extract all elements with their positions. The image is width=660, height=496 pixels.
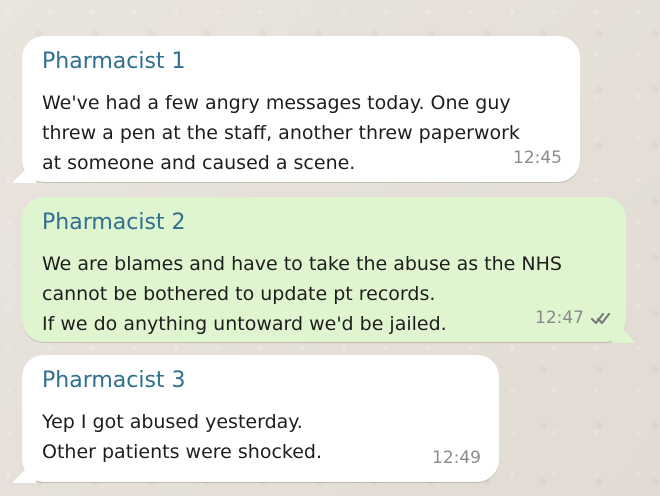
message-line: at someone and caused a scene. (42, 152, 356, 174)
message-timestamp: 12:47 (535, 308, 584, 328)
sender-name: Pharmacist 1 (42, 49, 186, 74)
message-line: If we do anything untoward we'd be jaile… (42, 313, 447, 335)
message-timestamp: 12:45 (513, 148, 562, 168)
message-line: Other patients were shocked. (42, 441, 323, 463)
sender-name: Pharmacist 2 (42, 210, 186, 235)
double-check-icon (590, 309, 612, 327)
message-line: We are blames and have to take the abuse… (42, 253, 562, 275)
message-timestamp: 12:49 (432, 448, 481, 468)
message-bubble-pharmacist-1[interactable]: Pharmacist 1 We've had a few angry messa… (22, 36, 580, 182)
sender-name: Pharmacist 3 (42, 368, 186, 393)
message-line: We've had a few angry messages today. On… (42, 92, 511, 114)
message-line: threw a pen at the staff, another threw … (42, 122, 520, 144)
message-bubble-pharmacist-2[interactable]: Pharmacist 2 We are blames and have to t… (22, 197, 626, 342)
message-line: cannot be bothered to update pt records. (42, 283, 436, 305)
message-line: Yep I got abused yesterday. (42, 411, 303, 433)
message-bubble-pharmacist-3[interactable]: Pharmacist 3 Yep I got abused yesterday.… (22, 355, 499, 482)
message-text: We've had a few angry messages today. On… (42, 88, 520, 178)
message-text: Yep I got abused yesterday. Other patien… (42, 407, 322, 467)
message-text: We are blames and have to take the abuse… (42, 249, 562, 339)
chat-thread: Pharmacist 1 We've had a few angry messa… (0, 0, 660, 496)
